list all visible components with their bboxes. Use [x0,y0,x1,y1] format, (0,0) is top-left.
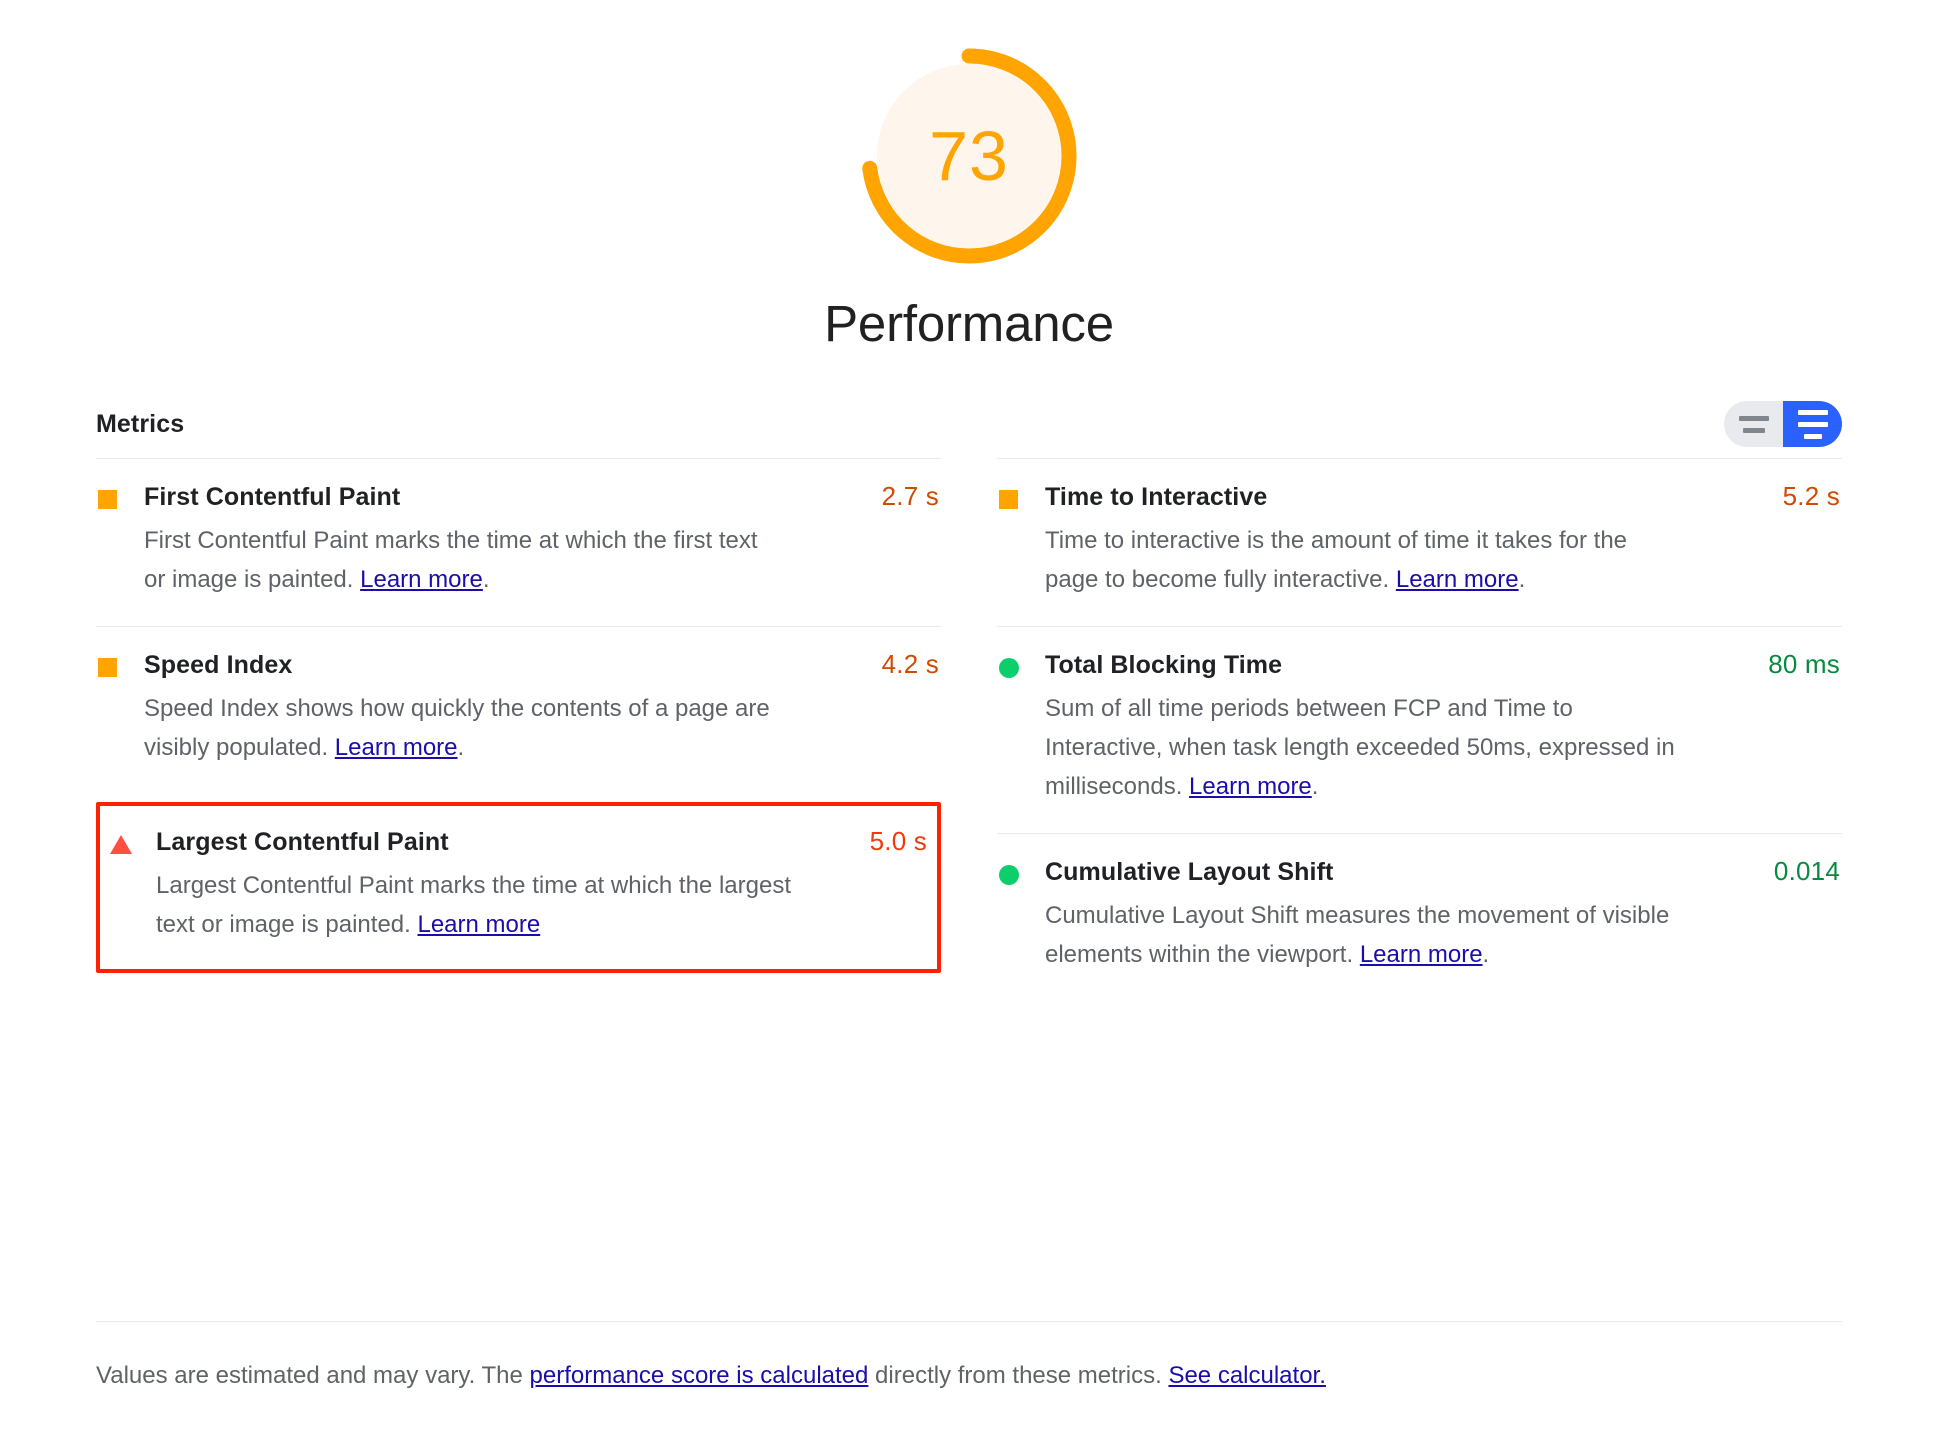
page-title: Performance [824,295,1114,352]
metric-title: Speed Index [144,651,293,680]
metric-body: First Contentful Paint 2.7 s First Content… [144,481,939,600]
metrics-section-title: Metrics [96,409,185,438]
metric-icon-wrap [98,658,124,678]
metric-description: First Contentful Paint marks the time at… [144,522,784,600]
performance-score-gauge[interactable]: 73 [857,44,1081,268]
metric-head: Time to Interactive 5.2 s [1045,481,1840,513]
metric-icon-wrap [999,864,1025,885]
metric-icon-wrap [98,490,124,510]
metric-title: Time to Interactive [1045,483,1268,512]
metric-description: Largest Contentful Paint marks the time … [156,867,796,945]
metric-icon-wrap [999,658,1025,679]
metrics-column-left: First Contentful Paint 2.7 s First Content… [96,458,941,1001]
triangle-warning-icon [110,835,132,855]
metric-description: Time to interactive is the amount of tim… [1045,522,1685,600]
metrics-column-right: Time to Interactive 5.2 s Time to interact… [997,458,1842,1001]
metric-description-suffix: . [1482,941,1490,969]
square-icon [999,490,1018,510]
metric-description-text: Sum of all time periods between FCP and … [1045,695,1675,801]
metric-row[interactable]: Total Blocking Time 80 ms Sum of all time … [997,626,1842,833]
toggle-collapsed-view-button[interactable] [1724,401,1783,448]
learn-more-link[interactable]: Learn more [360,566,483,593]
metric-value: 2.7 s [881,481,939,512]
footer-text-2: directly from these metrics. [868,1362,1169,1389]
metric-head: Speed Index 4.2 s [144,649,939,681]
expanded-line-icon-1 [1797,409,1828,415]
metric-row-highlighted[interactable]: Largest Contentful Paint 5.0 s Largest Con… [96,802,941,974]
metric-title: Total Blocking Time [1045,651,1283,680]
metric-row[interactable]: First Contentful Paint 2.7 s First Content… [96,458,941,626]
metric-body: Total Blocking Time 80 ms Sum of all time … [1045,649,1840,807]
metric-description-suffix: . [1311,773,1319,801]
expanded-line-icon-3 [1803,433,1822,439]
metric-value: 5.0 s [869,826,927,857]
learn-more-link[interactable]: Learn more [1189,773,1312,800]
metric-head: Largest Contentful Paint 5.0 s [156,826,927,858]
metric-icon-wrap [999,490,1025,510]
metric-row[interactable]: Cumulative Layout Shift 0.014 Cumulative L… [997,832,1842,1001]
learn-more-link[interactable]: Learn more [335,734,458,761]
metric-body: Cumulative Layout Shift 0.014 Cumulative L… [1045,856,1840,975]
metrics-view-toggle-group[interactable] [1724,401,1842,448]
report-footer: Values are estimated and may vary. The p… [96,1321,1842,1434]
metric-description-suffix: . [457,734,465,762]
metric-title: First Contentful Paint [144,483,401,512]
metric-description: Cumulative Layout Shift measures the mov… [1045,897,1685,975]
square-icon [98,658,117,678]
metric-head: Total Blocking Time 80 ms [1045,649,1840,681]
metric-title: Largest Contentful Paint [156,828,449,857]
footer-disclaimer: Values are estimated and may vary. The p… [96,1321,1842,1394]
lighthouse-performance-report: 73 Performance Metrics First Contentful … [0,0,1938,1434]
learn-more-link[interactable]: Learn more [1396,566,1519,593]
metric-value: 80 ms [1768,649,1840,680]
metric-body: Time to Interactive 5.2 s Time to interact… [1045,481,1840,600]
learn-more-link[interactable]: Learn more [417,911,540,938]
metric-value: 4.2 s [881,649,939,680]
metric-description-text: Time to interactive is the amount of tim… [1045,527,1628,594]
collapsed-line-icon-2 [1742,427,1765,433]
metric-body: Speed Index 4.2 s Speed Index shows how qu… [144,649,939,768]
learn-more-link[interactable]: Learn more [1360,941,1483,968]
metric-icon-wrap [110,835,136,855]
circle-icon [999,864,1019,885]
metric-description: Sum of all time periods between FCP and … [1045,690,1685,807]
metric-value: 0.014 [1773,855,1840,886]
metric-row[interactable]: Time to Interactive 5.2 s Time to interact… [997,458,1842,626]
metric-value: 5.2 s [1782,481,1840,512]
metric-description-suffix: . [482,566,490,594]
performance-score-calculated-link[interactable]: performance score is calculated [530,1362,869,1389]
metric-head: Cumulative Layout Shift 0.014 [1045,856,1840,888]
toggle-expanded-view-button[interactable] [1783,401,1842,448]
collapsed-line-icon-1 [1738,415,1769,421]
metrics-grid: First Contentful Paint 2.7 s First Content… [96,458,1842,1001]
score-gauge-block: 73 Performance [96,0,1842,352]
metric-title: Cumulative Layout Shift [1045,857,1334,886]
metric-head: First Contentful Paint 2.7 s [144,481,939,513]
metric-body: Largest Contentful Paint 5.0 s Largest Con… [156,826,927,945]
metric-row[interactable]: Speed Index 4.2 s Speed Index shows how qu… [96,626,941,794]
square-icon [98,490,117,510]
see-calculator-link[interactable]: See calculator. [1168,1362,1325,1389]
metric-description: Speed Index shows how quickly the conten… [144,690,784,768]
metric-description-text: Cumulative Layout Shift measures the mov… [1045,902,1670,969]
metrics-header: Metrics [96,398,1842,450]
footer-text-1: Values are estimated and may vary. The [96,1362,530,1389]
gauge-score-value: 73 [929,117,1009,195]
expanded-line-icon-2 [1797,421,1828,427]
circle-icon [999,658,1019,679]
metric-description-suffix: . [1518,566,1526,594]
